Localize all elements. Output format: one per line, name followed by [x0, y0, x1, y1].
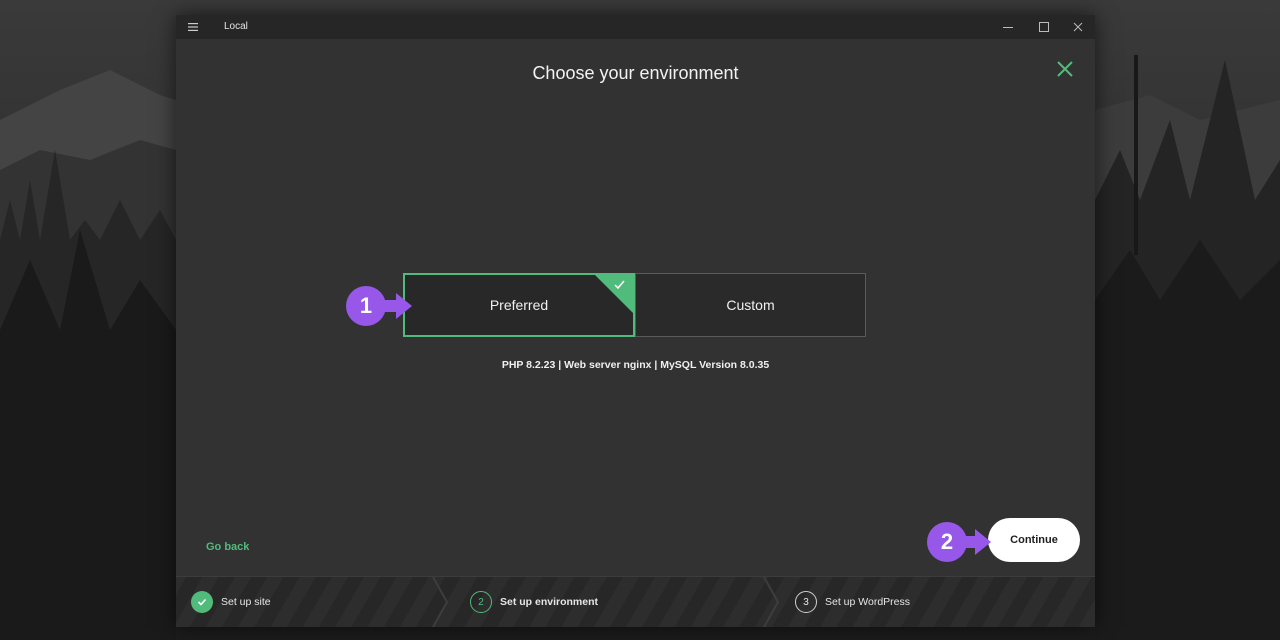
step-number: 3: [795, 591, 817, 613]
app-title: Local: [224, 21, 248, 32]
custom-option[interactable]: Custom: [635, 273, 866, 337]
arrow-right-icon: [961, 529, 991, 555]
checkmark-icon: [595, 275, 633, 313]
progress-steps: Set up site 2 Set up environment 3 Set u…: [176, 576, 1095, 627]
environment-toggle: Preferred Custom: [403, 273, 866, 337]
continue-button[interactable]: Continue: [988, 518, 1080, 562]
step-done-icon: [191, 591, 213, 613]
environment-details: PHP 8.2.23 | Web server nginx | MySQL Ve…: [501, 359, 770, 371]
callout-badge-1: 1: [346, 286, 386, 326]
chevron-right-icon: [763, 577, 780, 627]
hamburger-menu-icon[interactable]: [186, 20, 200, 34]
window-close-icon[interactable]: [1069, 18, 1087, 36]
maximize-icon[interactable]: [1035, 18, 1053, 36]
step-label: Set up site: [221, 596, 271, 608]
step-set-up-wordpress: 3 Set up WordPress: [795, 577, 910, 627]
step-number: 2: [470, 591, 492, 613]
close-icon[interactable]: [1056, 60, 1074, 78]
preferred-option[interactable]: Preferred: [403, 273, 635, 337]
step-set-up-environment: 2 Set up environment: [470, 577, 598, 627]
title-bar: Local: [176, 15, 1095, 39]
go-back-link[interactable]: Go back: [206, 541, 249, 553]
custom-label: Custom: [726, 297, 775, 313]
dialog-heading: Choose your environment: [532, 63, 739, 83]
chevron-right-icon: [432, 577, 449, 627]
preferred-label: Preferred: [489, 297, 549, 313]
step-set-up-site: Set up site: [191, 577, 271, 627]
arrow-right-icon: [382, 293, 412, 319]
step-label: Set up environment: [500, 596, 599, 608]
minimize-icon[interactable]: [999, 18, 1017, 36]
step-label: Set up WordPress: [825, 596, 911, 608]
